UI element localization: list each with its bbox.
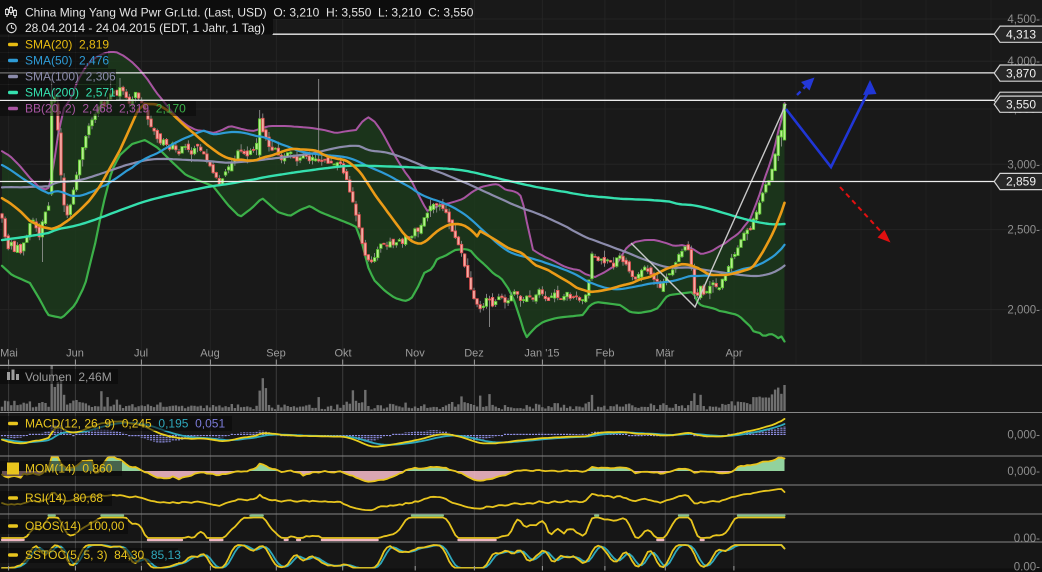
svg-text:Jun: Jun: [66, 348, 84, 360]
svg-text:MACD(12, 26, 9) 0,245 0,195: MACD(12, 26, 9) 0,245 0,195 0,051: [25, 417, 225, 431]
svg-text:2,000-: 2,000-: [1007, 305, 1040, 317]
svg-text:4,500-: 4,500-: [1007, 14, 1040, 26]
svg-text:RSI(14) 80,68: RSI(14) 80,68: [25, 491, 103, 505]
svg-text:SMA(100) 2,306: SMA(100) 2,306: [25, 70, 116, 84]
svg-text:SMA(20) 2,819: SMA(20) 2,819: [25, 38, 109, 52]
svg-text:Volumen 2,46M: Volumen 2,46M: [25, 370, 112, 384]
svg-text:Jan '15: Jan '15: [524, 348, 559, 360]
svg-text:3,870: 3,870: [1006, 66, 1036, 80]
svg-text:2,859: 2,859: [1006, 175, 1036, 189]
svg-text:Jul: Jul: [134, 348, 148, 360]
svg-text:3,550: 3,550: [1006, 97, 1036, 111]
svg-text:2,500-: 2,500-: [1007, 225, 1040, 237]
svg-text:Apr: Apr: [725, 348, 742, 360]
svg-text:Dez: Dez: [464, 348, 484, 360]
svg-text:SMA(200) 2,571: SMA(200) 2,571: [25, 86, 116, 100]
svg-text:Mai: Mai: [0, 348, 18, 360]
svg-text:BB(20, 2) 2,468 2,319 2,170: BB(20, 2) 2,468 2,319 2,170: [25, 102, 186, 116]
svg-text:4,313: 4,313: [1006, 27, 1036, 41]
svg-text:China Ming Yang Wd Pwr Gr.Ltd.: China Ming Yang Wd Pwr Gr.Ltd. (Last, US…: [25, 6, 474, 20]
svg-text:OBOS(14) 100,00: OBOS(14) 100,00: [25, 519, 125, 533]
svg-text:Aug: Aug: [200, 348, 220, 360]
svg-text:MOM(14) 0,860: MOM(14) 0,860: [25, 462, 113, 476]
svg-text:Nov: Nov: [405, 348, 425, 360]
svg-text:Okt: Okt: [334, 348, 351, 360]
svg-text:SMA(50) 2,476: SMA(50) 2,476: [25, 54, 109, 68]
svg-text:3,000-: 3,000-: [1007, 159, 1040, 171]
svg-text:Sep: Sep: [266, 348, 286, 360]
svg-text:28.04.2014 - 24.04.2015 (EDT,: 28.04.2014 - 24.04.2015 (EDT, 1 Jahr, 1 …: [25, 21, 265, 35]
svg-text:Feb: Feb: [596, 348, 615, 360]
svg-text:0,000-: 0,000-: [1007, 430, 1040, 442]
svg-text:0.00-: 0.00-: [1014, 533, 1040, 545]
svg-text:Mär: Mär: [656, 348, 675, 360]
svg-text:SSTOC(5, 5, 3) 84,30 85,13: SSTOC(5, 5, 3) 84,30 85,13: [25, 548, 181, 562]
svg-text:0.00-: 0.00-: [1014, 562, 1040, 572]
svg-text:0,000-: 0,000-: [1007, 466, 1040, 478]
